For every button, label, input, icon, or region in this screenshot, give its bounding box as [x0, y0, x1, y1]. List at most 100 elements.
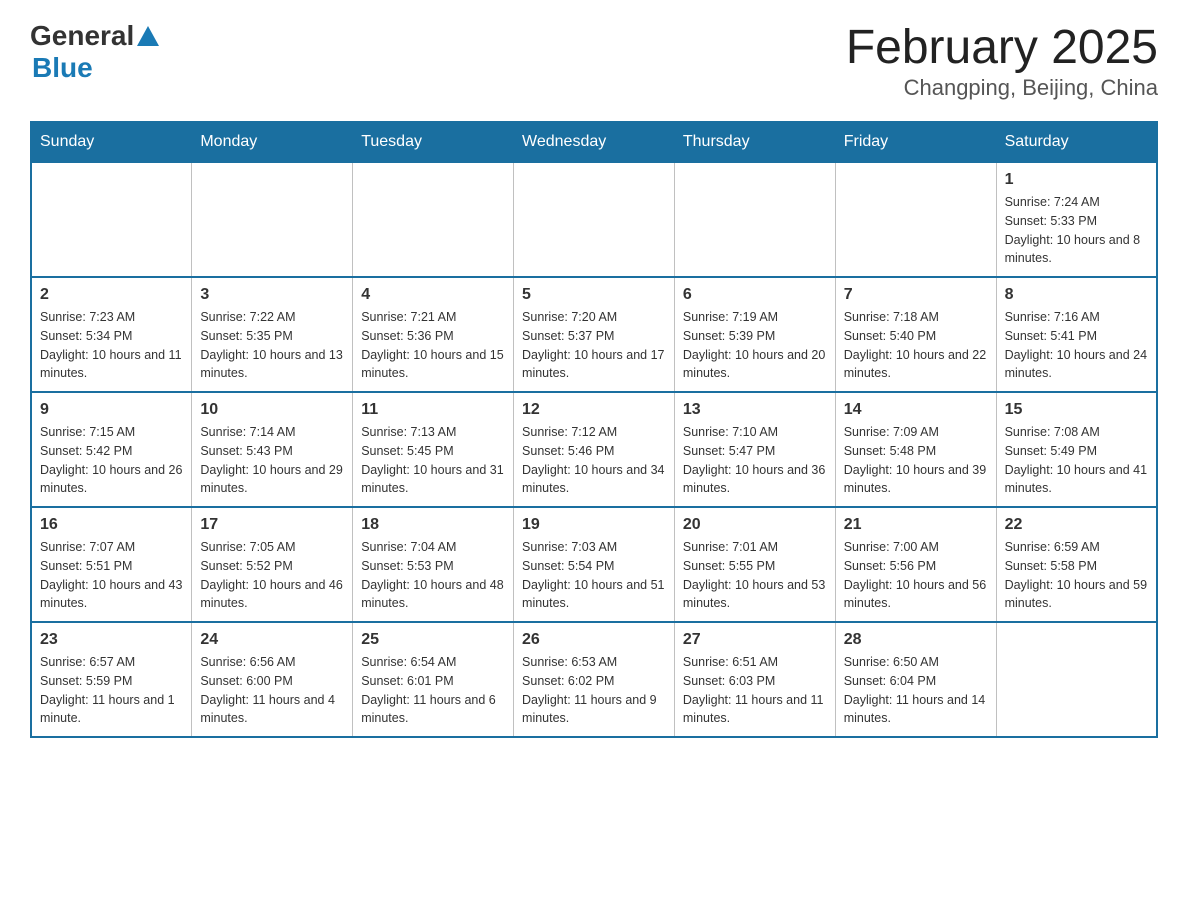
calendar-cell: 20 Sunrise: 7:01 AM Sunset: 5:55 PM Dayli…: [674, 507, 835, 622]
day-number: 6: [683, 286, 827, 304]
day-info: Sunrise: 7:04 AM Sunset: 5:53 PM Dayligh…: [361, 538, 505, 613]
day-info: Sunrise: 7:05 AM Sunset: 5:52 PM Dayligh…: [200, 538, 344, 613]
day-number: 19: [522, 516, 666, 534]
weekday-header-row: SundayMondayTuesdayWednesdayThursdayFrid…: [31, 122, 1157, 162]
calendar-cell: 24 Sunrise: 6:56 AM Sunset: 6:00 PM Dayli…: [192, 622, 353, 737]
calendar-cell: 19 Sunrise: 7:03 AM Sunset: 5:54 PM Dayli…: [514, 507, 675, 622]
calendar-cell: [996, 622, 1157, 737]
calendar-cell: 6 Sunrise: 7:19 AM Sunset: 5:39 PM Daylig…: [674, 277, 835, 392]
day-info: Sunrise: 7:01 AM Sunset: 5:55 PM Dayligh…: [683, 538, 827, 613]
day-info: Sunrise: 7:23 AM Sunset: 5:34 PM Dayligh…: [40, 308, 183, 383]
day-number: 3: [200, 286, 344, 304]
calendar-cell: 16 Sunrise: 7:07 AM Sunset: 5:51 PM Dayli…: [31, 507, 192, 622]
weekday-header-wednesday: Wednesday: [514, 122, 675, 162]
day-info: Sunrise: 7:24 AM Sunset: 5:33 PM Dayligh…: [1005, 193, 1148, 268]
weekday-header-sunday: Sunday: [31, 122, 192, 162]
calendar-cell: 4Sunrise: 7:21 AM Sunset: 5:36 PM Daylig…: [353, 277, 514, 392]
logo-triangle-icon: [137, 26, 159, 46]
day-info: Sunrise: 7:12 AM Sunset: 5:46 PM Dayligh…: [522, 423, 666, 498]
day-number: 28: [844, 631, 988, 649]
day-info: Sunrise: 7:07 AM Sunset: 5:51 PM Dayligh…: [40, 538, 183, 613]
logo-blue-text: Blue: [32, 52, 93, 84]
calendar-cell: 13 Sunrise: 7:10 AM Sunset: 5:47 PM Dayli…: [674, 392, 835, 507]
calendar-cell: 3 Sunrise: 7:22 AM Sunset: 5:35 PM Daylig…: [192, 277, 353, 392]
day-info: Sunrise: 6:50 AM Sunset: 6:04 PM Dayligh…: [844, 653, 988, 728]
day-info: Sunrise: 7:03 AM Sunset: 5:54 PM Dayligh…: [522, 538, 666, 613]
calendar-cell: 22 Sunrise: 6:59 AM Sunset: 5:58 PM Dayli…: [996, 507, 1157, 622]
day-info: Sunrise: 7:15 AM Sunset: 5:42 PM Dayligh…: [40, 423, 183, 498]
day-info: Sunrise: 7:14 AM Sunset: 5:43 PM Dayligh…: [200, 423, 344, 498]
weekday-header-saturday: Saturday: [996, 122, 1157, 162]
calendar-cell: 1 Sunrise: 7:24 AM Sunset: 5:33 PM Daylig…: [996, 162, 1157, 277]
calendar-week-row: 9 Sunrise: 7:15 AM Sunset: 5:42 PM Daylig…: [31, 392, 1157, 507]
calendar-cell: 25Sunrise: 6:54 AM Sunset: 6:01 PM Dayli…: [353, 622, 514, 737]
calendar-cell: 9 Sunrise: 7:15 AM Sunset: 5:42 PM Daylig…: [31, 392, 192, 507]
day-info: Sunrise: 7:13 AM Sunset: 5:45 PM Dayligh…: [361, 423, 505, 498]
calendar-week-row: 16 Sunrise: 7:07 AM Sunset: 5:51 PM Dayli…: [31, 507, 1157, 622]
calendar-cell: 18 Sunrise: 7:04 AM Sunset: 5:53 PM Dayli…: [353, 507, 514, 622]
day-number: 26: [522, 631, 666, 649]
calendar-cell: 21Sunrise: 7:00 AM Sunset: 5:56 PM Dayli…: [835, 507, 996, 622]
page-header: General Blue February 2025 Changping, Be…: [30, 20, 1158, 101]
day-info: Sunrise: 7:10 AM Sunset: 5:47 PM Dayligh…: [683, 423, 827, 498]
day-info: Sunrise: 7:20 AM Sunset: 5:37 PM Dayligh…: [522, 308, 666, 383]
day-info: Sunrise: 7:18 AM Sunset: 5:40 PM Dayligh…: [844, 308, 988, 383]
calendar-week-row: 1 Sunrise: 7:24 AM Sunset: 5:33 PM Daylig…: [31, 162, 1157, 277]
calendar-cell: 17 Sunrise: 7:05 AM Sunset: 5:52 PM Dayli…: [192, 507, 353, 622]
weekday-header-tuesday: Tuesday: [353, 122, 514, 162]
weekday-header-monday: Monday: [192, 122, 353, 162]
calendar-cell: 11 Sunrise: 7:13 AM Sunset: 5:45 PM Dayli…: [353, 392, 514, 507]
day-number: 10: [200, 401, 344, 419]
day-info: Sunrise: 6:57 AM Sunset: 5:59 PM Dayligh…: [40, 653, 183, 728]
calendar-cell: 10 Sunrise: 7:14 AM Sunset: 5:43 PM Dayli…: [192, 392, 353, 507]
calendar-cell: [514, 162, 675, 277]
calendar-week-row: 2 Sunrise: 7:23 AM Sunset: 5:34 PM Daylig…: [31, 277, 1157, 392]
calendar-subtitle: Changping, Beijing, China: [846, 75, 1158, 101]
day-number: 18: [361, 516, 505, 534]
day-number: 5: [522, 286, 666, 304]
calendar-cell: [674, 162, 835, 277]
day-number: 2: [40, 286, 183, 304]
day-info: Sunrise: 6:56 AM Sunset: 6:00 PM Dayligh…: [200, 653, 344, 728]
logo-general-text: General: [30, 20, 134, 52]
day-info: Sunrise: 7:08 AM Sunset: 5:49 PM Dayligh…: [1005, 423, 1148, 498]
calendar-cell: 8Sunrise: 7:16 AM Sunset: 5:41 PM Daylig…: [996, 277, 1157, 392]
day-number: 9: [40, 401, 183, 419]
calendar-cell: 23 Sunrise: 6:57 AM Sunset: 5:59 PM Dayli…: [31, 622, 192, 737]
calendar-cell: 2 Sunrise: 7:23 AM Sunset: 5:34 PM Daylig…: [31, 277, 192, 392]
title-section: February 2025 Changping, Beijing, China: [846, 20, 1158, 101]
day-number: 17: [200, 516, 344, 534]
logo: General Blue: [30, 20, 159, 84]
calendar-cell: [353, 162, 514, 277]
calendar-week-row: 23 Sunrise: 6:57 AM Sunset: 5:59 PM Dayli…: [31, 622, 1157, 737]
day-number: 21: [844, 516, 988, 534]
day-number: 24: [200, 631, 344, 649]
day-info: Sunrise: 7:19 AM Sunset: 5:39 PM Dayligh…: [683, 308, 827, 383]
day-number: 23: [40, 631, 183, 649]
weekday-header-thursday: Thursday: [674, 122, 835, 162]
day-info: Sunrise: 6:53 AM Sunset: 6:02 PM Dayligh…: [522, 653, 666, 728]
day-number: 15: [1005, 401, 1148, 419]
day-number: 13: [683, 401, 827, 419]
calendar-cell: [835, 162, 996, 277]
calendar-cell: 28 Sunrise: 6:50 AM Sunset: 6:04 PM Dayli…: [835, 622, 996, 737]
day-info: Sunrise: 6:59 AM Sunset: 5:58 PM Dayligh…: [1005, 538, 1148, 613]
day-info: Sunrise: 7:22 AM Sunset: 5:35 PM Dayligh…: [200, 308, 344, 383]
day-info: Sunrise: 6:54 AM Sunset: 6:01 PM Dayligh…: [361, 653, 505, 728]
calendar-title: February 2025: [846, 20, 1158, 75]
weekday-header-friday: Friday: [835, 122, 996, 162]
day-info: Sunrise: 6:51 AM Sunset: 6:03 PM Dayligh…: [683, 653, 827, 728]
day-info: Sunrise: 7:21 AM Sunset: 5:36 PM Dayligh…: [361, 308, 505, 383]
day-info: Sunrise: 7:16 AM Sunset: 5:41 PM Dayligh…: [1005, 308, 1148, 383]
day-number: 20: [683, 516, 827, 534]
day-number: 14: [844, 401, 988, 419]
calendar-cell: [31, 162, 192, 277]
calendar-cell: [192, 162, 353, 277]
day-info: Sunrise: 7:09 AM Sunset: 5:48 PM Dayligh…: [844, 423, 988, 498]
day-number: 22: [1005, 516, 1148, 534]
day-number: 16: [40, 516, 183, 534]
day-number: 1: [1005, 171, 1148, 189]
day-number: 11: [361, 401, 505, 419]
calendar-cell: 26 Sunrise: 6:53 AM Sunset: 6:02 PM Dayli…: [514, 622, 675, 737]
calendar-cell: 12Sunrise: 7:12 AM Sunset: 5:46 PM Dayli…: [514, 392, 675, 507]
